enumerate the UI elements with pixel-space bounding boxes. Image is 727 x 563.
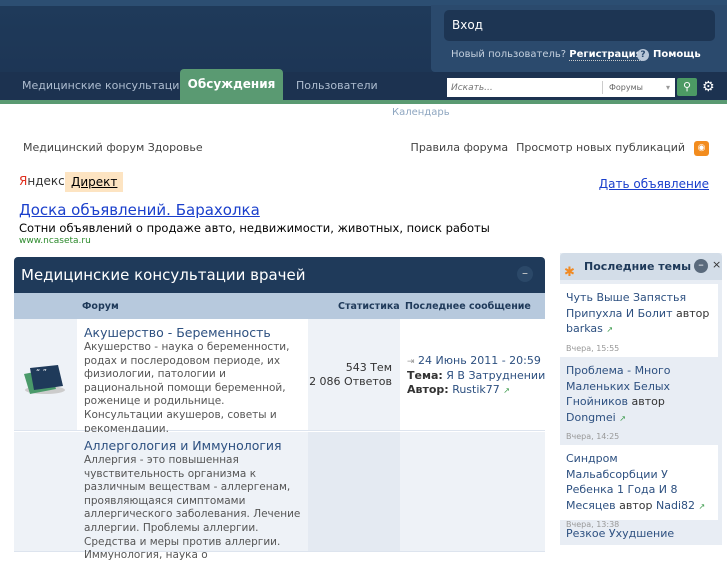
topic-author[interactable]: barkas [566, 322, 603, 335]
minimize-icon[interactable]: – [694, 259, 708, 273]
forum-stats: 543 Тем 2 086 Ответов [308, 319, 400, 430]
col-last: Последнее сообщение [405, 301, 531, 312]
rss-icon[interactable]: ◉ [694, 141, 709, 156]
topic-title[interactable]: Резкое Ухудшение [566, 527, 674, 540]
search-box: Форумы ▾ [447, 78, 675, 97]
yandex-logo-rest: ндекс [27, 174, 65, 188]
by-label: автор [631, 395, 665, 408]
last-topic-link[interactable]: Я В Затруднении [446, 369, 545, 382]
search-button[interactable]: ⚲ [677, 78, 697, 96]
topic-author[interactable]: Dongmei [566, 411, 616, 424]
tab-users[interactable]: Пользователи [286, 72, 388, 100]
topic-title[interactable]: Чуть Выше Запястья Припухла И Болит [566, 291, 686, 320]
ad-description: Сотни объявлений о продаже авто, недвижи… [19, 221, 490, 235]
user-panel: Вход Новый пользователь? Регистрация ? По… [431, 5, 727, 72]
topic-time: Вчера, 15:55 [566, 343, 620, 353]
help-label: Помощь [653, 49, 701, 60]
help-link[interactable]: ? Помощь [637, 49, 701, 61]
col-forum: Форум [82, 301, 119, 312]
recent-topic-item[interactable]: Синдром Мальабсорбции У Ребенка 1 Года И… [560, 445, 718, 529]
new-user-label: Новый пользователь? [451, 49, 567, 60]
direct-link[interactable]: Директ [65, 172, 124, 192]
forum-title[interactable]: Аллергология и Иммунология [84, 438, 301, 453]
login-button[interactable]: Вход [444, 10, 715, 41]
category-header: Медицинские консультации врачей – [14, 257, 545, 293]
author-label: Автор: [407, 383, 449, 396]
by-label: автор [619, 498, 653, 512]
breadcrumb[interactable]: Медицинский форум Здоровье [23, 141, 203, 154]
chevron-down-icon: ▾ [665, 83, 670, 92]
forum-description: Аллергия - это повышенная чувствительнос… [84, 454, 301, 562]
col-stats: Статистика [338, 301, 400, 312]
yandex-logo[interactable]: Яндекс [19, 174, 65, 188]
external-link-icon[interactable]: ↗ [619, 414, 626, 423]
search-icon: ⚲ [682, 80, 692, 93]
tab-discussions[interactable]: Обсуждения [180, 69, 283, 100]
topic-time: Вчера, 14:25 [566, 432, 620, 441]
external-link-icon[interactable]: ↗ [503, 386, 510, 395]
arrow-right-icon[interactable]: ⇥ [407, 357, 415, 367]
topic-count: 543 Тем [345, 361, 392, 374]
ad-url[interactable]: www.ncaseta.ru [19, 236, 91, 246]
forum-info: Акушерство - Беременность Акушерство - н… [77, 319, 308, 435]
search-scope-label: Форумы [609, 83, 643, 92]
forum-description: Акушерство - наука о беременности, родах… [84, 341, 290, 435]
recent-topics-widget: ✱ Последние темы – × Чуть Выше Запястья П… [560, 253, 722, 545]
place-ad-link[interactable]: Дать объявление [599, 177, 709, 191]
forum-title[interactable]: Акушерство - Беременность [84, 325, 301, 340]
tab-consultations[interactable]: Медицинские консультации [12, 72, 197, 100]
reply-count: 2 086 Ответов [309, 375, 392, 388]
ad-title[interactable]: Доска объявлений. Барахолка [19, 201, 260, 219]
last-post [400, 432, 545, 551]
collapse-button[interactable]: – [517, 266, 533, 282]
recent-topic-item[interactable]: Резкое Ухудшение [560, 520, 718, 560]
by-label: автор [675, 306, 710, 320]
last-post: ⇥ 24 Июнь 2011 - 20:59 Тема: Я В Затрудн… [400, 319, 545, 430]
forum-stats [308, 432, 400, 551]
svg-text:“ ”: “ ” [36, 368, 47, 377]
last-author-link[interactable]: Rustik77 [452, 383, 500, 396]
new-posts-link[interactable]: Просмотр новых публикаций [516, 141, 685, 154]
close-icon[interactable]: × [712, 258, 721, 271]
register-link[interactable]: Регистрация [569, 49, 643, 61]
help-icon: ? [637, 49, 649, 61]
subnav-calendar[interactable]: Календарь [392, 107, 450, 118]
widget-title: Последние темы [584, 260, 692, 273]
external-link-icon[interactable]: ↗ [699, 502, 706, 511]
nav-underline [0, 100, 727, 104]
register-prompt: Новый пользователь? Регистрация [451, 49, 643, 61]
external-link-icon[interactable]: ↗ [606, 325, 613, 334]
forum-info: Аллергология и Иммунология Аллергия - эт… [77, 432, 308, 561]
forum-row: “ ” Акушерство - Беременность Акушерство… [14, 319, 545, 435]
recent-topics-icon: ✱ [564, 265, 575, 280]
search-input[interactable] [447, 78, 602, 97]
forum-icon: “ ” [14, 319, 77, 430]
category-title[interactable]: Медицинские консультации врачей [21, 266, 306, 284]
forum-icon [14, 432, 77, 551]
recent-topic-item[interactable]: Проблема - Много Маленьких Белых Гнойник… [560, 357, 718, 445]
search-scope-select[interactable]: Форумы ▾ [602, 81, 675, 94]
last-post-date[interactable]: 24 Июнь 2011 - 20:59 [418, 354, 541, 367]
recent-topic-item[interactable]: Чуть Выше Запястья Припухла И Болит авто… [560, 284, 718, 357]
topic-author[interactable]: Nadi82 [656, 499, 695, 512]
column-headers: Форум Статистика Последнее сообщение [14, 293, 545, 319]
forum-row: Аллергология и Иммунология Аллергия - эт… [14, 432, 545, 561]
gear-icon[interactable]: ⚙ [702, 78, 715, 96]
top-links: Правила форума Просмотр новых публикаций [403, 141, 685, 154]
forum-rules-link[interactable]: Правила форума [411, 141, 509, 154]
topic-label: Тема: [407, 369, 443, 382]
